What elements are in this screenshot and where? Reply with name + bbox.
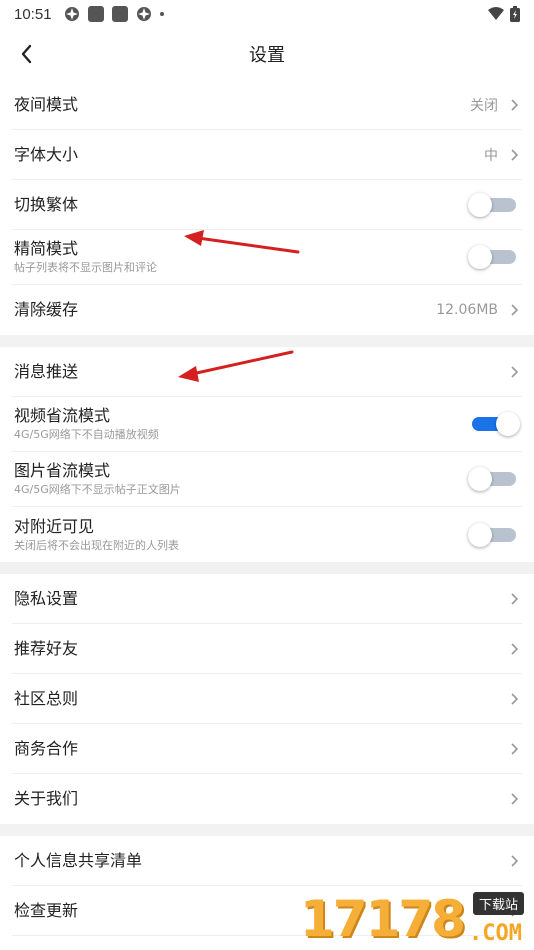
app-bar: 设置 [0,28,534,80]
setting-label: 检查更新 [14,900,79,920]
watermark-digits: 17178 [300,890,466,948]
setting-label: 切换繁体 [14,194,79,214]
setting-community-rules[interactable]: 社区总则 [12,674,522,724]
watermark-suffix: .COM [469,921,522,946]
settings-section-data: 消息推送 视频省流模式 4G/5G网络下不自动播放视频 图片省流模式 4G/5G… [0,347,534,562]
setting-font-size[interactable]: 字体大小 中 [12,130,522,180]
chevron-right-icon [511,365,519,378]
chevron-right-icon [511,692,519,705]
setting-label: 清除缓存 [14,300,79,319]
setting-video-data-saver: 视频省流模式 4G/5G网络下不自动播放视频 [12,397,522,452]
setting-visible-nearby: 对附近可见 关闭后将不会出现在附近的人列表 [12,507,522,562]
setting-description: 4G/5G网络下不显示帖子正文图片 [14,483,181,496]
setting-description: 4G/5G网络下不自动播放视频 [14,428,159,441]
setting-label: 视频省流模式 [14,406,111,425]
page-title: 设置 [249,45,285,66]
status-time: 10:51 [14,5,52,23]
setting-clear-cache[interactable]: 清除缓存 12.06MB [12,285,522,335]
section-divider [0,824,534,836]
chevron-right-icon [511,98,519,111]
settings-section-display: 夜间模式 关闭 字体大小 中 切换繁体 精简模式 帖子列表将不显示图片和评论 清… [0,80,534,335]
setting-description: 帖子列表将不显示图片和评论 [14,261,157,274]
setting-description: 关闭后将不会出现在附近的人列表 [14,538,179,552]
setting-label: 图片省流模式 [14,461,111,480]
setting-label: 夜间模式 [14,94,79,114]
lite-mode-toggle[interactable] [468,244,520,270]
setting-label: 关于我们 [14,789,79,808]
setting-personal-info-sharing[interactable]: 个人信息共享清单 [12,836,522,886]
setting-about-us[interactable]: 关于我们 [12,774,522,824]
chevron-right-icon [511,592,519,605]
chevron-right-icon [511,854,519,867]
setting-label: 社区总则 [14,688,79,708]
watermark-badge: 下载站 [472,892,524,915]
setting-privacy[interactable]: 隐私设置 [12,574,522,624]
setting-label: 消息推送 [14,361,79,381]
setting-label: 个人信息共享清单 [14,850,143,870]
setting-label: 精简模式 [14,239,79,258]
more-notifications-dot [159,12,164,16]
settings-section-account: 隐私设置 推荐好友 社区总则 商务合作 关于我们 [0,574,534,824]
setting-push-notifications[interactable]: 消息推送 [12,347,522,397]
back-arrow-icon[interactable] [14,40,42,68]
chevron-right-icon [511,793,519,805]
chevron-right-icon [511,742,519,755]
cache-size-value: 12.06MB [436,302,498,318]
setting-lite-mode: 精简模式 帖子列表将不显示图片和评论 [12,230,522,285]
app-notification-icon [136,7,151,21]
section-divider [0,335,534,347]
app-notification-icon [64,7,79,21]
setting-label: 字体大小 [14,144,79,164]
setting-image-data-saver: 图片省流模式 4G/5G网络下不显示帖子正文图片 [12,452,522,507]
app-notification-icon [87,6,104,22]
chevron-right-icon [511,304,519,316]
image-data-saver-toggle[interactable] [468,466,520,492]
setting-business-cooperation[interactable]: 商务合作 [12,724,522,774]
visible-nearby-toggle[interactable] [468,522,520,548]
setting-value: 关闭 [470,97,498,114]
setting-recommend-friends[interactable]: 推荐好友 [12,624,522,674]
setting-traditional-chinese: 切换繁体 [12,180,522,230]
app-notification-icon [111,6,128,22]
traditional-chinese-toggle[interactable] [468,192,520,218]
setting-label: 商务合作 [14,738,79,758]
wifi-icon [488,7,504,20]
site-watermark: 17178 下载站 .COM [300,890,528,950]
chevron-right-icon [511,642,519,655]
setting-label: 对附近可见 [14,516,95,536]
status-bar: 10:51 [0,0,534,28]
video-data-saver-toggle[interactable] [468,411,520,437]
chevron-right-icon [511,148,519,161]
setting-night-mode[interactable]: 夜间模式 关闭 [12,80,522,130]
battery-icon [510,6,520,22]
setting-label: 推荐好友 [14,638,79,658]
setting-label: 隐私设置 [14,588,79,608]
section-divider [0,562,534,574]
setting-value: 中 [484,147,498,164]
